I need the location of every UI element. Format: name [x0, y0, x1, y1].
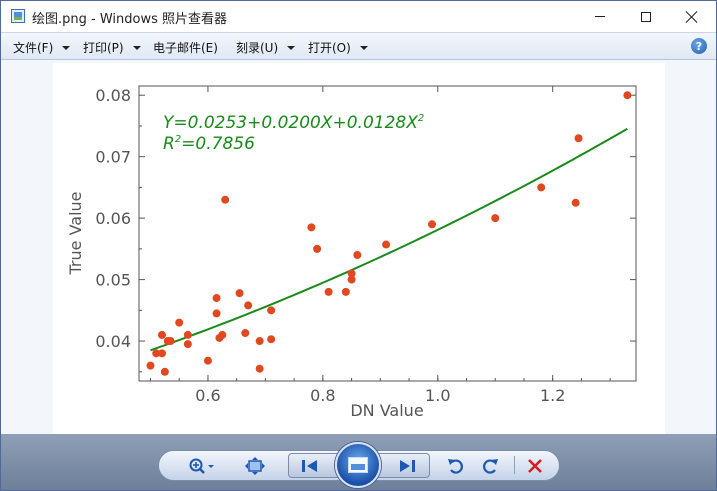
close-button[interactable]: [669, 1, 715, 32]
x-tick-label: 1.2: [540, 386, 565, 405]
r-squared-prefix: R: [163, 134, 175, 154]
x-tick-label: 0.8: [310, 386, 335, 405]
data-point: [183, 330, 192, 339]
delete-icon[interactable]: [523, 456, 547, 476]
data-point: [623, 91, 632, 100]
photo-viewer-app-icon: [11, 9, 25, 23]
minimize-button[interactable]: [577, 1, 623, 32]
data-point: [255, 337, 264, 346]
chevron-down-icon: [132, 46, 141, 50]
data-point: [537, 183, 546, 192]
maximize-button[interactable]: [623, 1, 669, 32]
data-point: [571, 198, 580, 207]
menu-file-label: 文件(F): [13, 41, 54, 55]
menu-email[interactable]: 电子邮件(E): [153, 39, 218, 56]
menu-print[interactable]: 打印(P): [83, 39, 141, 56]
window-title: 绘图.png - Windows 照片查看器: [32, 12, 227, 27]
bottom-toolbar: [1, 434, 716, 490]
data-point: [574, 134, 583, 143]
data-point: [241, 329, 250, 338]
x-axis-title: DN Value: [350, 401, 423, 420]
minimize-icon: [595, 16, 605, 17]
data-point: [146, 361, 155, 370]
chevron-down-icon: [62, 46, 71, 50]
data-point: [160, 367, 169, 376]
displayed-image: 0.04 0.05 0.06 0.07 0.08 0.6 0.8 1.0 1.2 Y=0.025…: [53, 63, 665, 434]
data-point: [267, 335, 276, 344]
close-icon: [686, 11, 698, 23]
equation-label: Y=0.0253+0.0200X+0.0128X2: [163, 113, 424, 133]
equation-superscript: 2: [418, 113, 424, 124]
y-tick-label: 0.04: [95, 332, 131, 351]
data-point: [255, 364, 264, 373]
next-icon[interactable]: [395, 456, 419, 476]
slideshow-screen: [348, 457, 368, 473]
data-point: [324, 287, 333, 296]
y-tick-label: 0.06: [95, 209, 131, 228]
title-bar: 绘图.png - Windows 照片查看器: [1, 1, 716, 32]
data-point: [166, 337, 175, 346]
equation-text: Y=0.0253+0.0200X+0.0128X: [163, 113, 418, 133]
data-point: [212, 309, 221, 318]
menu-open[interactable]: 打开(O): [308, 39, 368, 56]
data-point: [157, 330, 166, 339]
r-squared-label: R2=0.7856: [163, 134, 255, 154]
image-viewer-area: 0.04 0.05 0.06 0.07 0.08 0.6 0.8 1.0 1.2 Y=0.025…: [1, 60, 716, 434]
photo-viewer-window: 绘图.png - Windows 照片查看器 文件(F) 打印(P) 电子邮件(…: [0, 0, 717, 491]
data-point: [235, 289, 244, 298]
data-point: [313, 244, 322, 253]
help-icon[interactable]: ?: [691, 38, 707, 54]
data-point: [382, 240, 391, 249]
data-point: [341, 287, 350, 296]
data-point: [307, 223, 316, 232]
maximize-icon: [641, 11, 651, 22]
data-point: [347, 269, 356, 278]
data-point: [221, 195, 230, 204]
chevron-down-icon: [359, 46, 368, 50]
y-tick-label: 0.05: [95, 271, 131, 290]
data-point: [428, 220, 437, 229]
menu-print-label: 打印(P): [83, 41, 124, 55]
rotate-clockwise-icon[interactable]: [478, 456, 502, 476]
y-axis-title: True Value: [66, 191, 85, 275]
fit-curve: [150, 127, 628, 352]
rotate-counterclockwise-icon[interactable]: [444, 456, 468, 476]
menu-bar: 文件(F) 打印(P) 电子邮件(E) 刻录(U) 打开(O) ?: [1, 32, 716, 60]
data-point: [218, 330, 227, 339]
toolbar-separator: [514, 456, 515, 474]
data-point: [183, 340, 192, 349]
menu-burn[interactable]: 刻录(U): [236, 39, 296, 56]
chevron-down-icon: [287, 46, 296, 50]
scatter-chart: 0.04 0.05 0.06 0.07 0.08 0.6 0.8 1.0 1.2 Y=0.025…: [66, 85, 637, 420]
menu-email-label: 电子邮件(E): [153, 41, 218, 55]
data-point: [491, 214, 500, 223]
slideshow-icon[interactable]: [335, 442, 381, 488]
menu-burn-label: 刻录(U): [236, 41, 279, 55]
zoom-icon[interactable]: [187, 456, 217, 476]
data-point: [267, 306, 276, 315]
menu-open-label: 打开(O): [308, 41, 351, 55]
data-point: [212, 294, 221, 303]
data-point: [175, 318, 184, 327]
data-point: [203, 356, 212, 365]
y-tick-label: 0.07: [95, 148, 131, 167]
fit-window-icon[interactable]: [244, 456, 266, 476]
data-point: [353, 251, 362, 260]
y-tick-label: 0.08: [95, 86, 131, 105]
x-tick-label: 0.6: [195, 386, 220, 405]
r-squared-value: =0.7856: [181, 134, 255, 154]
data-point: [244, 301, 253, 310]
previous-icon[interactable]: [298, 456, 322, 476]
x-tick-label: 1.0: [425, 386, 450, 405]
menu-file[interactable]: 文件(F): [13, 39, 71, 56]
data-point: [157, 349, 166, 358]
